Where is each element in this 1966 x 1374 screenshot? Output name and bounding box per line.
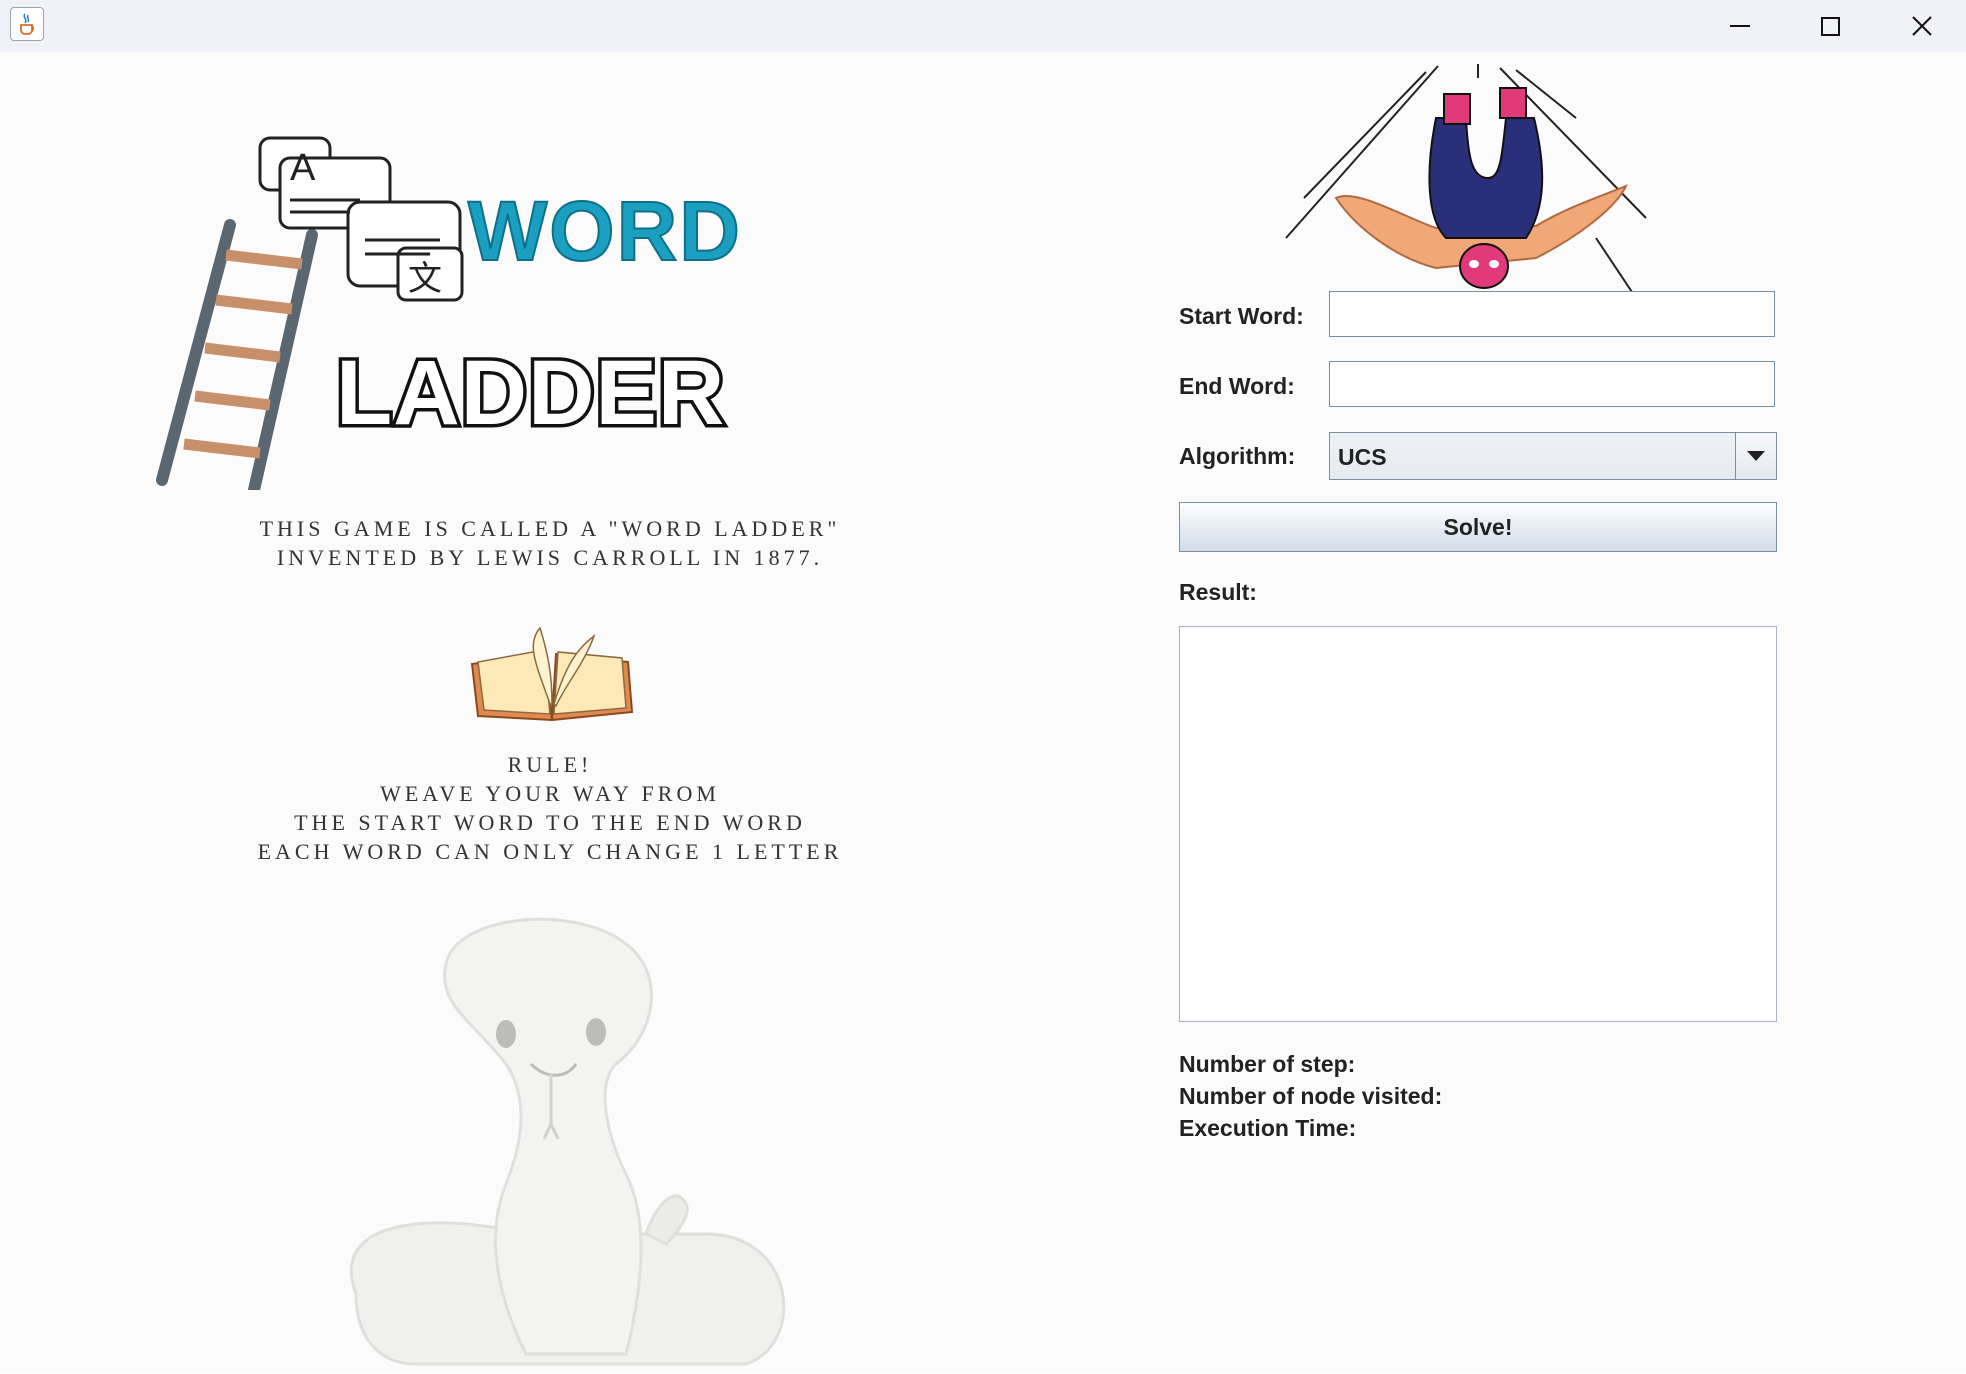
result-label: Result: xyxy=(1179,579,1257,605)
close-button[interactable] xyxy=(1878,0,1966,52)
word-ladder-logo: A 文 WORD LADDER xyxy=(156,136,742,490)
intro-text: THIS GAME IS CALLED A "WORD LADDER" INVE… xyxy=(150,514,950,572)
svg-text:WORD: WORD xyxy=(468,184,742,278)
algorithm-label: Algorithm: xyxy=(1179,443,1296,469)
rule-line: EACH WORD CAN ONLY CHANGE 1 LETTER xyxy=(257,839,843,864)
rule-line: THE START WORD TO THE END WORD xyxy=(294,810,806,835)
minimize-button[interactable] xyxy=(1696,0,1784,52)
open-book-icon xyxy=(470,626,634,722)
svg-text:A: A xyxy=(290,147,316,189)
svg-text:LADDER: LADDER xyxy=(336,342,725,444)
title-bar xyxy=(0,0,1966,52)
svg-text:文: 文 xyxy=(408,259,442,299)
main-window: A 文 WORD LADDER THIS GAME IS CALLED A "W… xyxy=(0,52,1966,1371)
end-word-input[interactable] xyxy=(1329,361,1775,407)
rule-line: WEAVE YOUR WAY FROM xyxy=(380,781,720,806)
dropdown-arrow-button[interactable] xyxy=(1735,433,1776,479)
ladder-icon xyxy=(156,219,318,490)
rules-text: RULE! WEAVE YOUR WAY FROM THE START WORD… xyxy=(150,750,950,866)
snake-illustration xyxy=(349,917,786,1366)
nodes-visited-label: Number of node visited: xyxy=(1179,1083,1443,1109)
maximize-button[interactable] xyxy=(1786,0,1874,52)
number-of-steps-label: Number of step: xyxy=(1179,1051,1356,1077)
minimize-icon xyxy=(1730,25,1750,27)
java-cup-icon[interactable] xyxy=(10,7,44,41)
caret-down-icon xyxy=(1747,451,1765,461)
intro-line: INVENTED BY LEWIS CARROLL IN 1877. xyxy=(276,545,824,570)
intro-line: THIS GAME IS CALLED A "WORD LADDER" xyxy=(259,516,841,541)
result-output-area[interactable] xyxy=(1179,626,1777,1022)
algorithm-selected-value: UCS xyxy=(1338,444,1387,470)
rule-line: RULE! xyxy=(507,752,593,777)
execution-time-label: Execution Time: xyxy=(1179,1115,1357,1141)
wrestler-illustration xyxy=(1285,64,1647,298)
close-icon xyxy=(1912,16,1932,36)
start-word-label: Start Word: xyxy=(1179,303,1304,329)
maximize-icon xyxy=(1821,17,1840,36)
solve-button[interactable]: Solve! xyxy=(1179,502,1777,552)
start-word-input[interactable] xyxy=(1329,291,1775,337)
end-word-label: End Word: xyxy=(1179,373,1295,399)
algorithm-select[interactable]: UCS xyxy=(1329,432,1777,480)
